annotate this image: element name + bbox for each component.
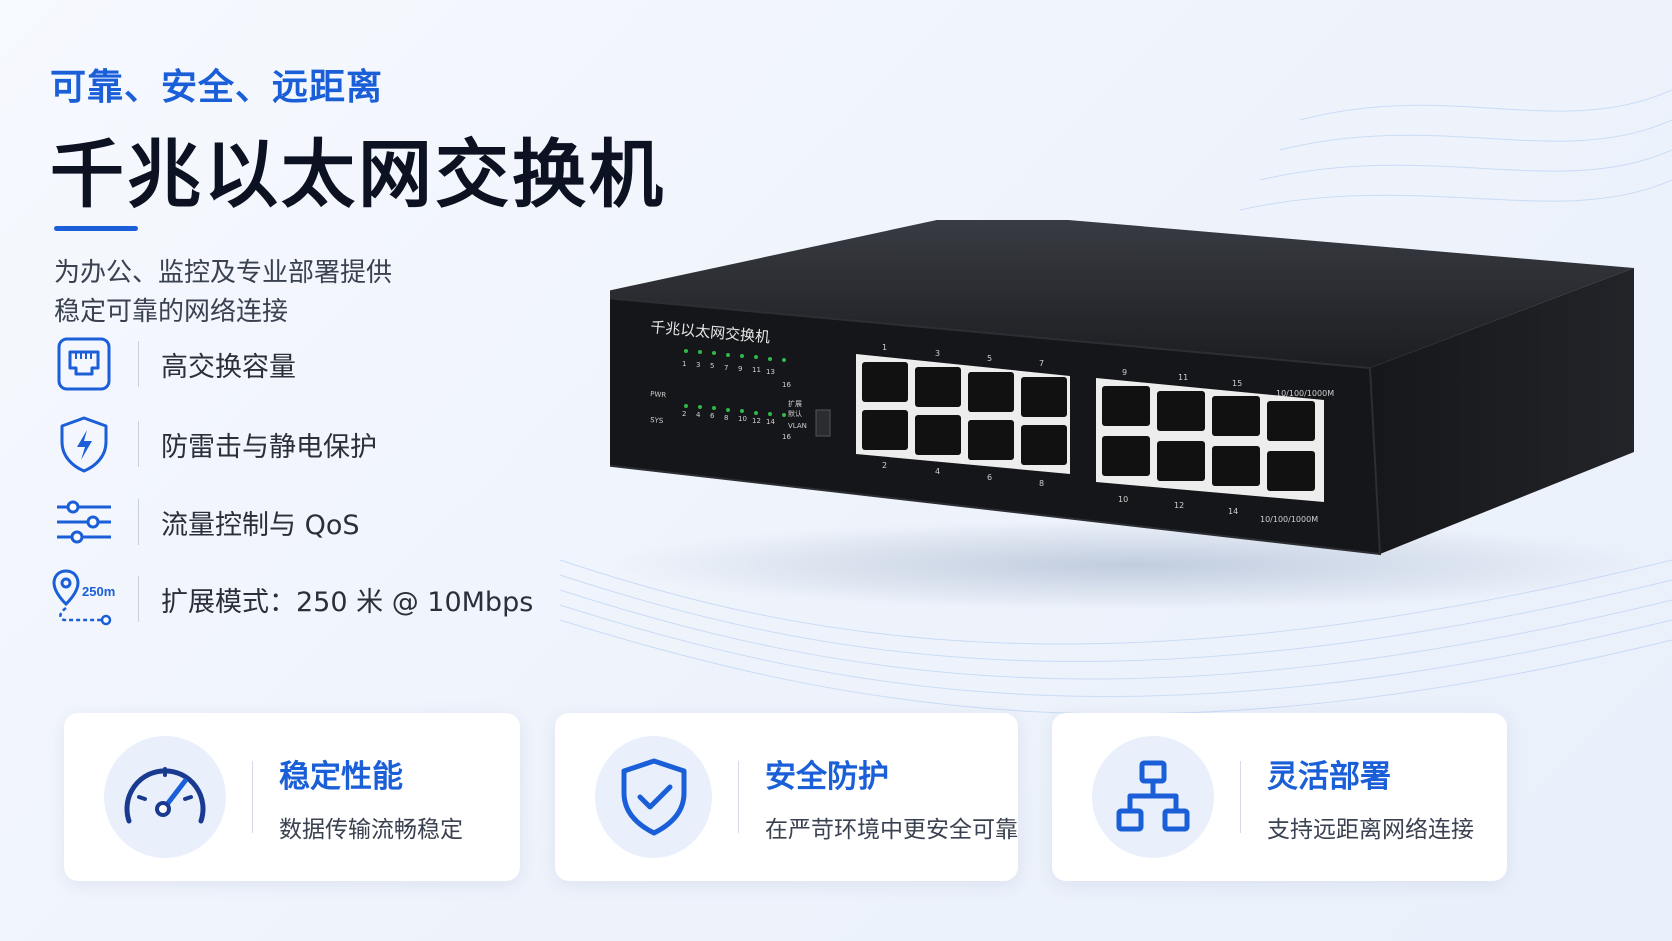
led-label: 14 <box>766 418 775 426</box>
led-label: 5 <box>710 362 714 370</box>
feature-item-extend: 250m 扩展模式：250 米 @ 10Mbps <box>52 568 533 630</box>
pwr-label: PWR <box>650 390 667 399</box>
led-label: 9 <box>738 365 742 373</box>
speedometer-icon <box>104 736 226 858</box>
feature-item-capacity: 高交换容量 <box>52 333 296 395</box>
intro-line-1: 为办公、监控及专业部署提供 <box>54 258 393 288</box>
shield-lightning-icon <box>52 413 116 475</box>
port-label: 4 <box>935 467 940 476</box>
led-label: 11 <box>752 366 761 374</box>
distance-badge: 250m <box>82 584 116 599</box>
card-security: 安全防护 在严苛环境中更安全可靠 <box>555 713 1018 881</box>
feature-divider <box>138 499 139 545</box>
port-label: 5 <box>987 354 992 363</box>
card-stable-performance: 稳定性能 数据传输流畅稳定 <box>64 713 520 881</box>
card-description: 数据传输流畅稳定 <box>279 816 463 843</box>
feature-divider <box>138 421 139 467</box>
led-label: 16 <box>782 381 791 389</box>
feature-divider <box>138 576 139 622</box>
port-label: 6 <box>987 473 992 482</box>
led-label: 16 <box>782 433 791 441</box>
card-text: 安全防护 在严苛环境中更安全可靠 <box>765 751 1018 844</box>
led-label: 1 <box>682 360 686 368</box>
network-topology-icon <box>1092 736 1214 858</box>
led-label: 3 <box>696 361 700 369</box>
switch-device-image: 千兆以太网交换机 PWR SYS 1 3 5 7 9 11 13 16 2 4 … <box>610 220 1650 610</box>
card-text: 灵活部署 支持远距离网络连接 <box>1267 751 1474 844</box>
port-label: 3 <box>935 349 940 358</box>
port-label: 1 <box>882 343 887 352</box>
card-title: 稳定性能 <box>279 758 403 795</box>
port-label: 14 <box>1228 507 1238 516</box>
switch-label-extend: 扩展 <box>788 399 802 408</box>
speed-label-top: 10/100/1000M <box>1276 389 1334 398</box>
led-label: 6 <box>710 412 715 420</box>
led-label: 10 <box>738 415 747 423</box>
led-label: 2 <box>682 410 686 418</box>
card-title: 灵活部署 <box>1267 758 1391 795</box>
sliders-icon <box>52 491 116 553</box>
card-text: 稳定性能 数据传输流畅稳定 <box>279 751 463 844</box>
port-label: 8 <box>1039 479 1044 488</box>
card-description: 在严苛环境中更安全可靠 <box>765 816 1018 843</box>
card-divider <box>738 761 739 833</box>
feature-divider <box>138 341 139 387</box>
card-flexible-deployment: 灵活部署 支持远距离网络连接 <box>1052 713 1507 881</box>
feature-label: 防雷击与静电保护 <box>161 431 377 463</box>
feature-label: 流量控制与 QoS <box>161 509 360 541</box>
led-label: 7 <box>724 364 728 372</box>
port-label: 9 <box>1122 368 1127 377</box>
shield-check-icon <box>595 736 713 858</box>
card-description: 支持远距离网络连接 <box>1267 816 1474 843</box>
switch-label-default: 默认 <box>788 409 802 418</box>
tagline: 可靠、安全、远距离 <box>50 67 384 108</box>
led-label: 12 <box>752 417 761 425</box>
feature-item-protection: 防雷击与静电保护 <box>52 413 377 475</box>
card-title: 安全防护 <box>765 758 889 795</box>
port-label: 7 <box>1039 359 1044 368</box>
mode-switch <box>815 409 831 437</box>
card-divider <box>1240 761 1241 833</box>
sys-label: SYS <box>650 416 664 425</box>
feature-label: 扩展模式：250 米 @ 10Mbps <box>161 586 534 618</box>
port-label: 15 <box>1232 379 1242 388</box>
port-label: 11 <box>1178 373 1188 382</box>
led-label: 4 <box>696 411 701 419</box>
port-label: 10 <box>1118 495 1128 504</box>
location-pin-icon: 250m <box>52 568 116 630</box>
intro-line-2: 稳定可靠的网络连接 <box>54 297 289 327</box>
led-label: 8 <box>724 414 728 422</box>
speed-label-bottom: 10/100/1000M <box>1260 515 1318 524</box>
switch-label-vlan: VLAN <box>788 422 807 430</box>
page-title: 千兆以太网交换机 <box>50 132 666 218</box>
feature-item-qos: 流量控制与 QoS <box>52 491 360 553</box>
card-divider <box>252 761 253 833</box>
port-label: 2 <box>882 461 887 470</box>
title-underline <box>54 226 138 231</box>
port-label: 12 <box>1174 501 1184 510</box>
feature-label: 高交换容量 <box>161 351 296 383</box>
led-label: 13 <box>766 368 775 376</box>
intro-text: 为办公、监控及专业部署提供 稳定可靠的网络连接 <box>54 254 392 332</box>
ethernet-port-icon <box>52 333 116 395</box>
